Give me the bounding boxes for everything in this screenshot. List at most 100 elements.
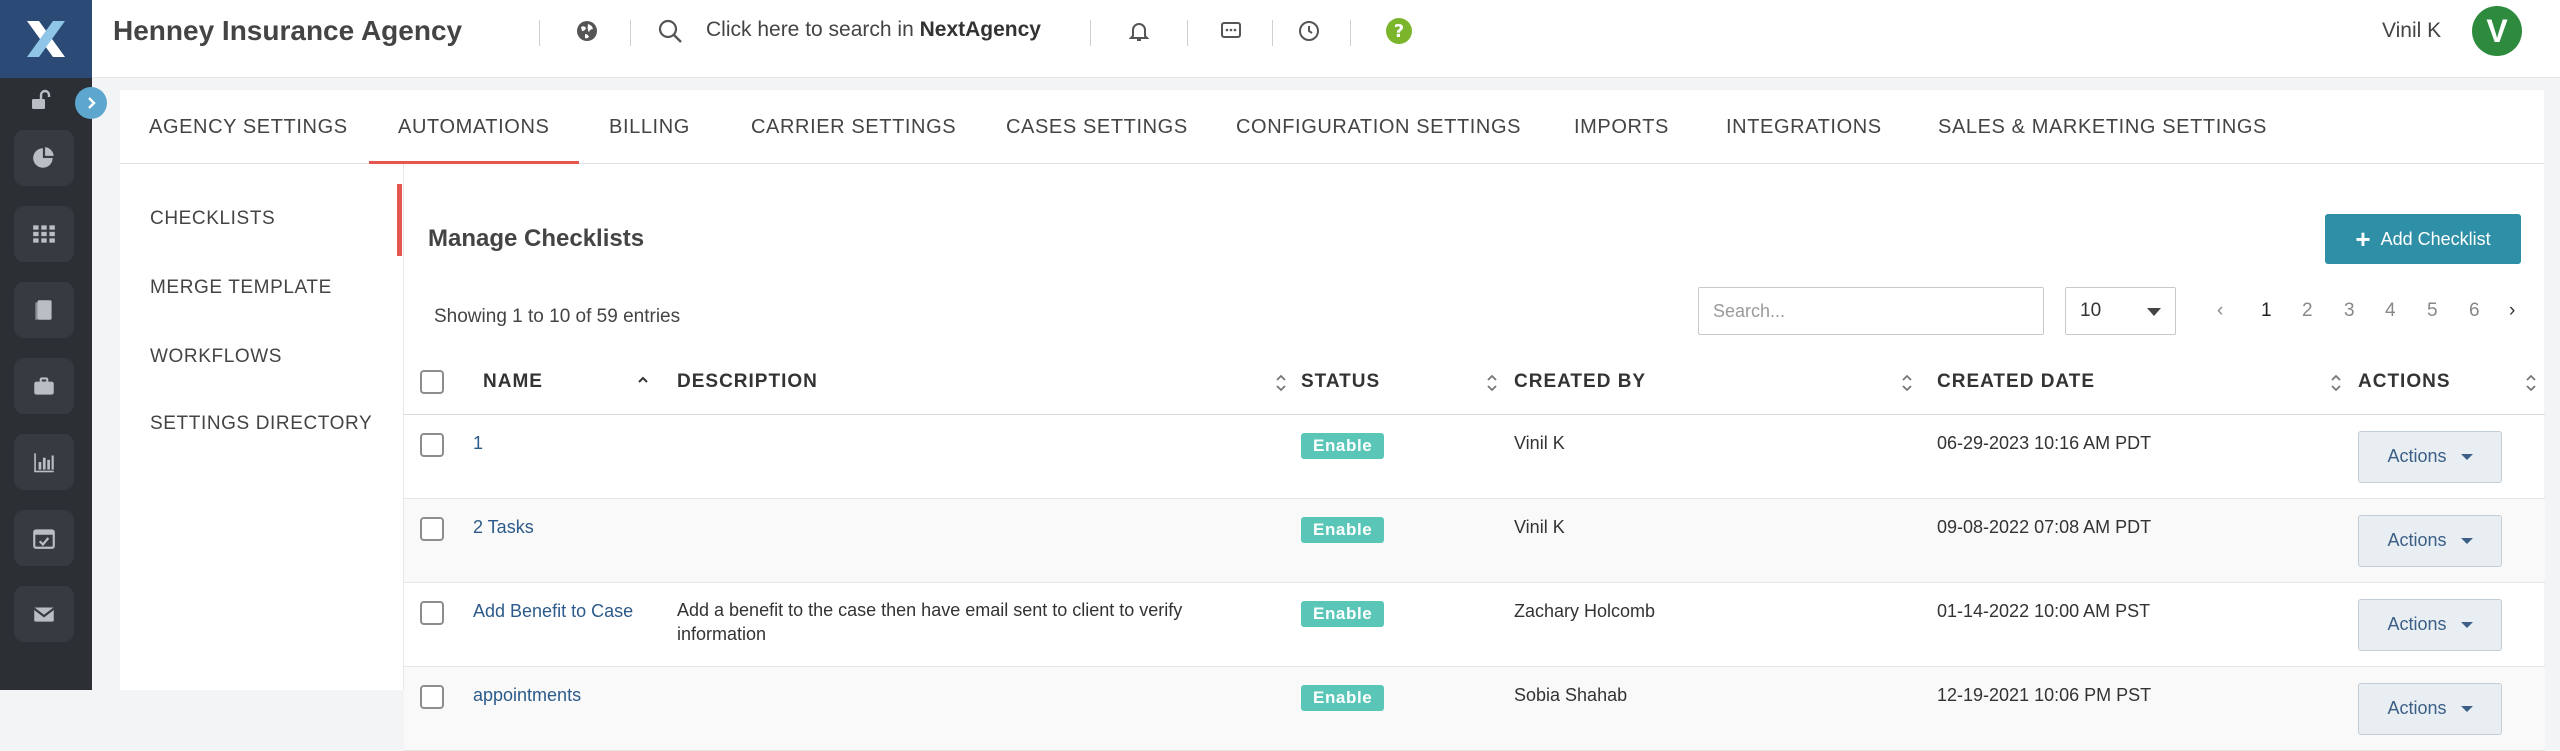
pagination-page-5[interactable]: 5 — [2427, 300, 2438, 322]
divider — [1187, 20, 1188, 46]
bell-icon[interactable] — [1124, 16, 1154, 46]
select-all-checkbox[interactable] — [420, 369, 444, 394]
created-by: Sobia Shahab — [1514, 666, 1937, 751]
created-date: 12-19-2021 10:06 PM PST — [1937, 666, 2358, 751]
tab-cases-settings[interactable]: CASES SETTINGS — [1006, 90, 1188, 164]
column-header-actions[interactable]: ACTIONS — [2358, 350, 2545, 415]
chat-icon[interactable] — [1216, 16, 1246, 46]
agency-name: Henney Insurance Agency — [113, 15, 463, 46]
row-actions-button[interactable]: Actions — [2358, 430, 2502, 483]
status-badge: Enable — [1301, 516, 1385, 543]
book-icon[interactable] — [14, 282, 74, 338]
checklist-name-link[interactable]: Add Benefit to Case — [473, 601, 633, 621]
pagination-next-button[interactable]: › — [2509, 300, 2515, 322]
sort-icon — [2526, 374, 2536, 392]
pagination-page-3[interactable]: 3 — [2344, 300, 2355, 322]
globe-icon[interactable] — [572, 16, 602, 46]
row-checkbox[interactable] — [420, 600, 444, 625]
row-checkbox[interactable] — [420, 516, 444, 541]
page-title: Manage Checklists — [428, 225, 645, 252]
row-actions-button[interactable]: Actions — [2358, 682, 2502, 735]
pagination-page-4[interactable]: 4 — [2385, 300, 2396, 322]
tab-imports[interactable]: IMPORTS — [1574, 90, 1669, 164]
settings-tabs: AGENCY SETTINGS AUTOMATIONS BILLING CARR… — [120, 90, 2544, 166]
top-bar: Henney Insurance Agency Click here to se… — [92, 0, 2560, 78]
tab-integrations[interactable]: INTEGRATIONS — [1726, 90, 1882, 164]
column-header-created-date[interactable]: CREATED DATE — [1937, 350, 2358, 415]
sort-icon — [1902, 374, 1912, 392]
avatar[interactable]: V — [2472, 6, 2522, 56]
logo-icon — [27, 21, 65, 57]
subnav-workflows[interactable]: WORKFLOWS — [150, 346, 282, 368]
clock-icon[interactable] — [1294, 16, 1324, 46]
table-row[interactable]: 1 Enable Vinil K 06-29-2023 10:16 AM PDT… — [404, 414, 2545, 499]
checklist-description — [667, 414, 1301, 499]
mail-icon[interactable] — [14, 586, 74, 642]
add-checklist-button[interactable]: + Add Checklist — [2325, 214, 2521, 264]
divider — [1090, 20, 1091, 46]
calendar-icon[interactable] — [14, 510, 74, 566]
tab-carrier-settings[interactable]: CARRIER SETTINGS — [751, 90, 956, 164]
column-header-description[interactable]: DESCRIPTION — [667, 350, 1301, 415]
table-row[interactable]: appointments Enable Sobia Shahab 12-19-2… — [404, 666, 2545, 751]
actions-label: Actions — [2387, 446, 2447, 466]
pie-chart-icon[interactable] — [14, 130, 74, 186]
column-header-created-by[interactable]: CREATED BY — [1514, 350, 1937, 415]
row-checkbox[interactable] — [420, 432, 444, 457]
table-search-input[interactable] — [1698, 287, 2044, 335]
sort-icon — [1276, 374, 1286, 392]
app-logo[interactable] — [0, 0, 92, 78]
briefcase-icon[interactable] — [14, 358, 74, 414]
row-checkbox[interactable] — [420, 684, 444, 709]
help-icon[interactable]: ? — [1384, 16, 1414, 46]
row-actions-button[interactable]: Actions — [2358, 514, 2502, 567]
tab-automations[interactable]: AUTOMATIONS — [368, 90, 580, 166]
pagination-page-1[interactable]: 1 — [2261, 300, 2272, 322]
status-badge: Enable — [1301, 684, 1385, 711]
created-by: Zachary Holcomb — [1514, 582, 1937, 667]
actions-label: Actions — [2387, 614, 2447, 634]
search-icon[interactable] — [655, 16, 685, 46]
add-checklist-label: Add Checklist — [2380, 228, 2491, 249]
sort-icon — [1487, 374, 1497, 392]
page-size-select[interactable]: 10 — [2065, 287, 2176, 335]
tab-sales-marketing-settings[interactable]: SALES & MARKETING SETTINGS — [1938, 90, 2267, 164]
column-header-name[interactable]: NAME — [469, 350, 667, 415]
unlock-icon[interactable] — [26, 86, 54, 114]
grid-icon[interactable] — [14, 206, 74, 262]
column-label: CREATED DATE — [1937, 370, 2096, 392]
caret-down-icon — [2460, 705, 2473, 712]
column-header-status[interactable]: STATUS — [1301, 350, 1514, 415]
checklist-name-link[interactable]: 1 — [473, 433, 483, 453]
divider — [1350, 20, 1351, 46]
subnav-checklists[interactable]: CHECKLISTS — [150, 208, 275, 230]
checklist-name-link[interactable]: 2 Tasks — [473, 517, 534, 537]
created-date: 01-14-2022 10:00 AM PST — [1937, 582, 2358, 667]
tab-agency-settings[interactable]: AGENCY SETTINGS — [149, 90, 348, 164]
sidebar-expand-button[interactable] — [75, 87, 107, 119]
table-row[interactable]: 2 Tasks Enable Vinil K 09-08-2022 07:08 … — [404, 498, 2545, 583]
subnav-settings-directory[interactable]: SETTINGS DIRECTORY — [150, 413, 372, 435]
global-search-trigger[interactable]: Click here to search in NextAgency — [706, 18, 1041, 42]
status-badge: Enable — [1301, 432, 1385, 459]
pagination-page-6[interactable]: 6 — [2469, 300, 2480, 322]
table-row[interactable]: Add Benefit to Case Add a benefit to the… — [404, 582, 2545, 667]
column-label: STATUS — [1301, 370, 1381, 392]
checklists-content: Manage Checklists + Add Checklist Showin… — [403, 164, 2545, 751]
plus-icon: + — [2355, 224, 2371, 254]
sort-icon — [2331, 374, 2341, 392]
chevron-right-icon — [88, 97, 96, 109]
row-actions-button[interactable]: Actions — [2358, 598, 2502, 651]
column-label: CREATED BY — [1514, 370, 1647, 392]
pagination-page-2[interactable]: 2 — [2302, 300, 2313, 322]
subnav-merge-template[interactable]: MERGE TEMPLATE — [150, 277, 332, 299]
pagination-prev-button[interactable]: ‹ — [2217, 300, 2223, 322]
actions-label: Actions — [2387, 530, 2447, 550]
bar-chart-icon[interactable] — [14, 434, 74, 490]
settings-panel: CHECKLISTS MERGE TEMPLATE WORKFLOWS SETT… — [120, 164, 2545, 751]
tab-billing[interactable]: BILLING — [609, 90, 690, 164]
user-name[interactable]: Vinil K — [2382, 19, 2441, 43]
checklist-name-link[interactable]: appointments — [473, 685, 581, 705]
checklist-description: Add a benefit to the case then have emai… — [667, 582, 1301, 667]
tab-configuration-settings[interactable]: CONFIGURATION SETTINGS — [1236, 90, 1521, 164]
